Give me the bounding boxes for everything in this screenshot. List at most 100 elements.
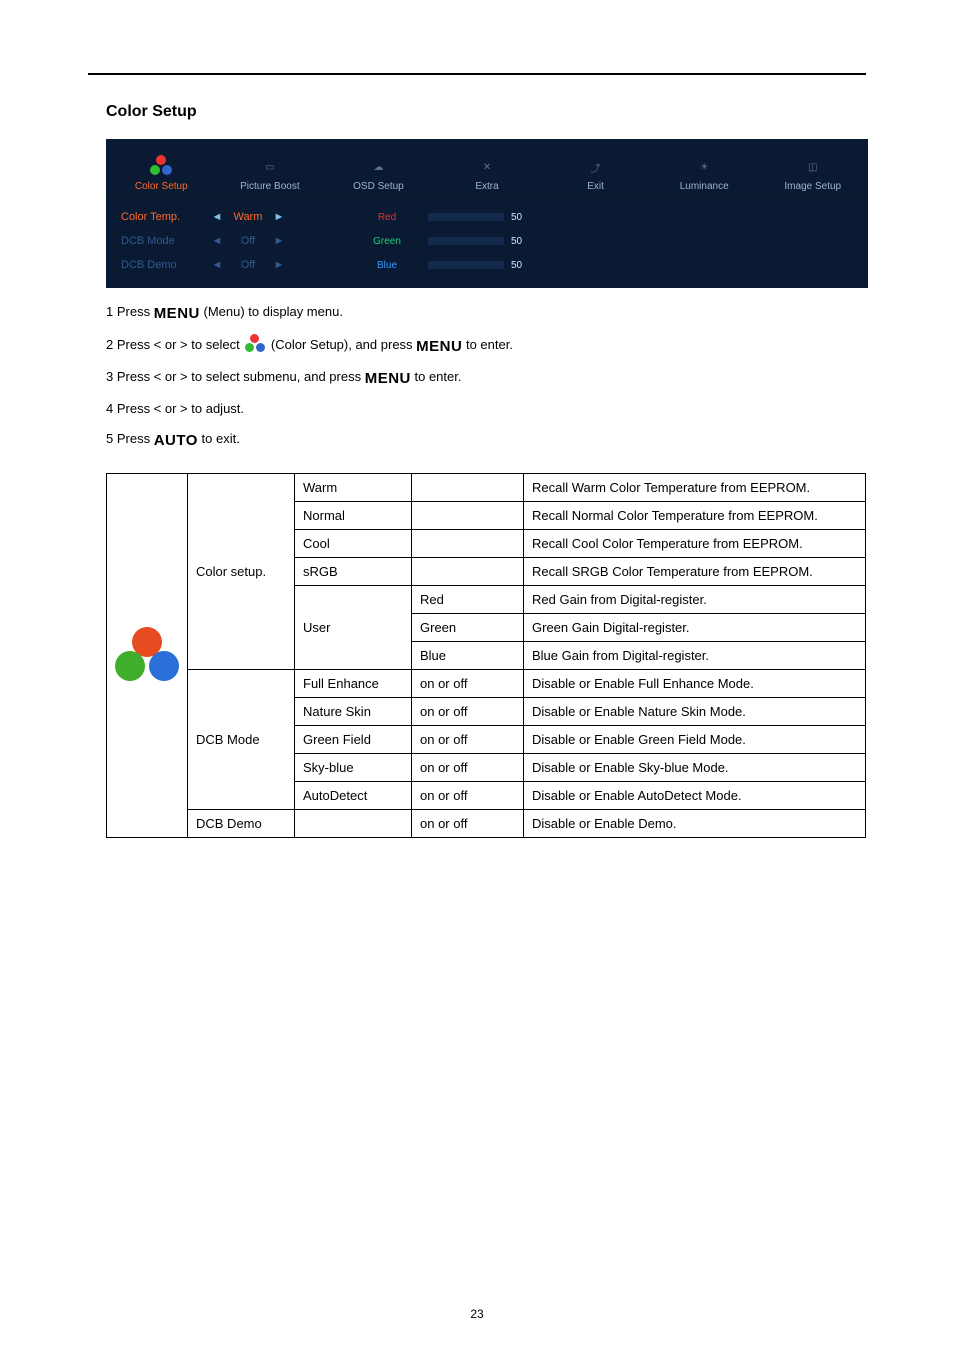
cell: Recall Warm Color Temperature from EEPRO… bbox=[524, 474, 866, 502]
cell: Green bbox=[412, 614, 524, 642]
step-text: 1 Press bbox=[106, 304, 154, 319]
cell bbox=[412, 474, 524, 502]
osd-panel: Color Setup ▭ Picture Boost ☁ OSD Setup … bbox=[106, 139, 868, 288]
cell bbox=[295, 810, 412, 838]
step-4: 4 Press < or > to adjust. bbox=[106, 399, 866, 419]
channel-label: Blue bbox=[347, 260, 427, 271]
menu-button-label: MENU bbox=[154, 305, 200, 322]
right-arrow-icon[interactable]: ► bbox=[273, 211, 285, 223]
tab-extra[interactable]: ✕ Extra bbox=[433, 140, 542, 196]
osd-row-color-temp[interactable]: Color Temp. ◄ Warm ► Red 50 bbox=[121, 205, 857, 229]
cell: Sky-blue bbox=[295, 754, 412, 782]
step-5: 5 Press AUTO to exit. bbox=[106, 429, 866, 451]
tab-picture-boost[interactable]: ▭ Picture Boost bbox=[216, 140, 325, 196]
channel-label: Red bbox=[347, 212, 427, 223]
osd-body: Color Temp. ◄ Warm ► Red 50 DCB Mode ◄ O… bbox=[107, 197, 867, 287]
slider-green[interactable] bbox=[427, 236, 505, 246]
slider-value: 50 bbox=[511, 212, 535, 223]
cell: on or off bbox=[412, 670, 524, 698]
cell: Disable or Enable Green Field Mode. bbox=[524, 726, 866, 754]
step-text: (Color Setup), and press bbox=[271, 337, 416, 352]
table-icon-cell bbox=[107, 474, 188, 838]
tab-luminance[interactable]: ☀ Luminance bbox=[650, 140, 759, 196]
slider-red[interactable] bbox=[427, 212, 505, 222]
step-text: 2 Press < or > to select bbox=[106, 337, 243, 352]
step-3: 3 Press < or > to select submenu, and pr… bbox=[106, 367, 866, 389]
right-arrow-icon[interactable]: ► bbox=[273, 259, 285, 271]
cell: Disable or Enable AutoDetect Mode. bbox=[524, 782, 866, 810]
cell: on or off bbox=[412, 810, 524, 838]
cell: Full Enhance bbox=[295, 670, 412, 698]
osd-item-value: Off bbox=[223, 259, 273, 271]
extra-icon: ✕ bbox=[472, 155, 502, 179]
left-arrow-icon[interactable]: ◄ bbox=[211, 211, 223, 223]
osd-tabs: Color Setup ▭ Picture Boost ☁ OSD Setup … bbox=[107, 140, 867, 197]
luminance-icon: ☀ bbox=[689, 155, 719, 179]
step-text: to enter. bbox=[415, 369, 462, 384]
description-table: Color setup. Warm Recall Warm Color Temp… bbox=[106, 473, 866, 838]
cell: Cool bbox=[295, 530, 412, 558]
cell: Warm bbox=[295, 474, 412, 502]
tab-image-setup[interactable]: ◫ Image Setup bbox=[758, 140, 867, 196]
osd-row-dcb-demo[interactable]: DCB Demo ◄ Off ► Blue 50 bbox=[121, 253, 857, 277]
osd-item-label: DCB Mode bbox=[121, 235, 211, 247]
slider-blue[interactable] bbox=[427, 260, 505, 270]
channel-label: Green bbox=[347, 236, 427, 247]
exit-icon: ⤴ bbox=[581, 155, 611, 179]
osd-item-label: DCB Demo bbox=[121, 259, 211, 271]
tab-label: Color Setup bbox=[135, 181, 188, 192]
left-arrow-icon[interactable]: ◄ bbox=[211, 235, 223, 247]
group-label: DCB Mode bbox=[188, 670, 295, 810]
cell: Recall SRGB Color Temperature from EEPRO… bbox=[524, 558, 866, 586]
left-arrow-icon[interactable]: ◄ bbox=[211, 259, 223, 271]
cell: on or off bbox=[412, 726, 524, 754]
step-2: 2 Press < or > to select (Color Setup), … bbox=[106, 334, 866, 357]
cell bbox=[412, 502, 524, 530]
picture-boost-icon: ▭ bbox=[255, 155, 285, 179]
cell: Blue bbox=[412, 642, 524, 670]
top-divider bbox=[88, 73, 866, 75]
menu-button-label: MENU bbox=[365, 370, 411, 387]
osd-item-value: Off bbox=[223, 235, 273, 247]
group-label: Color setup. bbox=[188, 474, 295, 670]
tab-color-setup[interactable]: Color Setup bbox=[107, 140, 216, 196]
cell: Disable or Enable Full Enhance Mode. bbox=[524, 670, 866, 698]
tab-label: Exit bbox=[587, 181, 604, 192]
cell: User bbox=[295, 586, 412, 670]
cell: Recall Cool Color Temperature from EEPRO… bbox=[524, 530, 866, 558]
osd-row-dcb-mode[interactable]: DCB Mode ◄ Off ► Green 50 bbox=[121, 229, 857, 253]
step-text: 5 Press bbox=[106, 431, 154, 446]
tab-exit[interactable]: ⤴ Exit bbox=[541, 140, 650, 196]
image-setup-icon: ◫ bbox=[798, 155, 828, 179]
page-number: 23 bbox=[0, 1307, 954, 1321]
step-text: 3 Press < or > to select submenu, and pr… bbox=[106, 369, 365, 384]
cell: Green Gain Digital-register. bbox=[524, 614, 866, 642]
cell bbox=[412, 530, 524, 558]
color-setup-icon bbox=[243, 334, 267, 354]
instruction-steps: 1 Press MENU (Menu) to display menu. 2 P… bbox=[106, 302, 866, 451]
cell: Disable or Enable Sky-blue Mode. bbox=[524, 754, 866, 782]
slider-value: 50 bbox=[511, 260, 535, 271]
cell: Blue Gain from Digital-register. bbox=[524, 642, 866, 670]
tab-osd-setup[interactable]: ☁ OSD Setup bbox=[324, 140, 433, 196]
cell bbox=[412, 558, 524, 586]
step-text: to enter. bbox=[466, 337, 513, 352]
step-text: 4 Press < or > to adjust. bbox=[106, 401, 244, 416]
cell: Nature Skin bbox=[295, 698, 412, 726]
cell: Disable or Enable Demo. bbox=[524, 810, 866, 838]
color-setup-icon bbox=[115, 627, 179, 685]
tab-label: Image Setup bbox=[784, 181, 841, 192]
auto-button-label: AUTO bbox=[154, 432, 198, 449]
step-1: 1 Press MENU (Menu) to display menu. bbox=[106, 302, 866, 324]
right-arrow-icon[interactable]: ► bbox=[273, 235, 285, 247]
cell: on or off bbox=[412, 698, 524, 726]
osd-item-label: Color Temp. bbox=[121, 211, 211, 223]
tab-label: OSD Setup bbox=[353, 181, 404, 192]
cell: AutoDetect bbox=[295, 782, 412, 810]
cell: on or off bbox=[412, 754, 524, 782]
group-label: DCB Demo bbox=[188, 810, 295, 838]
tab-label: Extra bbox=[475, 181, 498, 192]
tab-label: Picture Boost bbox=[240, 181, 299, 192]
cell: on or off bbox=[412, 782, 524, 810]
tab-label: Luminance bbox=[680, 181, 729, 192]
